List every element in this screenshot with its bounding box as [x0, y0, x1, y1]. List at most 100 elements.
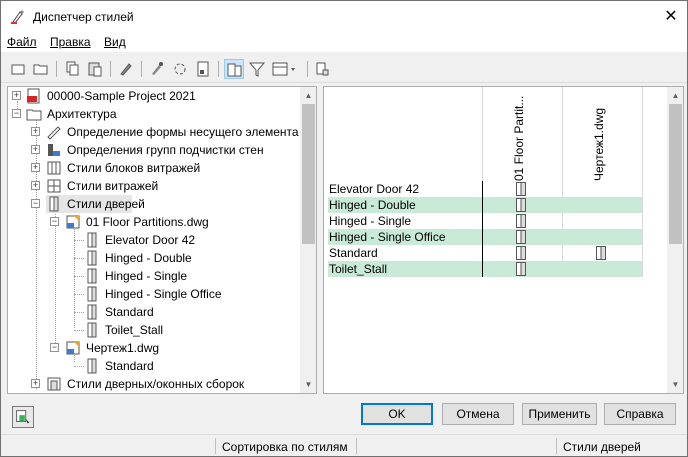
column-header-file1[interactable]: 01 Floor Partit...: [482, 95, 562, 185]
door-style-present-icon[interactable]: [516, 214, 526, 228]
tree-item-curtain-wall-units[interactable]: + Стили блоков витражей: [8, 159, 300, 177]
matrix-row[interactable]: Hinged - Double: [328, 197, 642, 213]
preview-toggle-icon[interactable]: [12, 406, 34, 428]
tree-label: 01 Floor Partitions.dwg: [86, 215, 209, 229]
menu-edit-label: Правка: [50, 35, 91, 49]
tree-item-architecture[interactable]: − Архитектура: [8, 105, 300, 123]
tree-item-member-shape[interactable]: + Определение формы несущего элемента: [8, 123, 300, 141]
tree-item-wall-cleanup[interactable]: + Определения групп подчистки стен: [8, 141, 300, 159]
door-style-present-icon[interactable]: [516, 246, 526, 260]
refresh-icon[interactable]: [170, 59, 190, 79]
style-tree-panel[interactable]: + 00000-Sample Project 2021 − Архитектур…: [7, 86, 317, 394]
tree-label: Elevator Door 42: [105, 233, 196, 247]
open-drawing-icon[interactable]: [31, 59, 51, 79]
ok-button[interactable]: OK: [361, 403, 433, 425]
expand-icon[interactable]: +: [31, 181, 40, 190]
tree-label: Hinged - Single Office: [105, 287, 222, 301]
matrix-row[interactable]: Hinged - Single Office: [328, 229, 642, 245]
matrix-row[interactable]: Standard: [328, 245, 642, 261]
door-style-present-icon[interactable]: [516, 198, 526, 212]
matrix-row-label: Hinged - Single: [329, 214, 412, 228]
tree-item-project[interactable]: + 00000-Sample Project 2021: [8, 87, 300, 105]
paste-icon[interactable]: [85, 59, 105, 79]
title-bar: Диспетчер стилей ✕: [1, 1, 687, 32]
close-icon[interactable]: ✕: [657, 5, 685, 29]
door-icon: [84, 304, 100, 320]
matrix-row[interactable]: Hinged - Single: [328, 213, 642, 229]
style-matrix-panel[interactable]: 01 Floor Partit... Чертеж1.dwg Elevator …: [323, 86, 684, 394]
collapse-icon[interactable]: −: [50, 343, 59, 352]
apply-button[interactable]: Применить: [522, 403, 597, 425]
tree-item-door-style[interactable]: Standard: [8, 303, 300, 321]
tree-label: Стили дверей: [67, 197, 145, 211]
expand-icon[interactable]: +: [31, 145, 40, 154]
door-style-present-icon[interactable]: [516, 230, 526, 244]
tree-label: Hinged - Double: [105, 251, 192, 265]
tree-label: 00000-Sample Project 2021: [47, 89, 196, 103]
folder-icon: [26, 106, 42, 122]
copy-icon[interactable]: [62, 59, 82, 79]
purge-icon[interactable]: [147, 59, 167, 79]
tree-item-file-drawing1[interactable]: − Чертеж1.dwg: [8, 339, 300, 357]
curtain-unit-icon: [46, 160, 62, 176]
cancel-button[interactable]: Отмена: [442, 403, 514, 425]
tree-item-door-style[interactable]: Hinged - Single: [8, 267, 300, 285]
dwg-file-icon: [65, 214, 81, 230]
help-button[interactable]: Справка: [604, 403, 676, 425]
matrix-row-label: Toilet_Stall: [329, 262, 388, 276]
assembly-icon: [46, 376, 62, 392]
tree-item-door-style[interactable]: Elevator Door 42: [8, 231, 300, 249]
expand-icon[interactable]: +: [31, 379, 40, 388]
style-manager-window: Диспетчер стилей ✕ Файл Правка Вид + 000…: [0, 0, 688, 457]
new-drawing-icon[interactable]: [8, 59, 28, 79]
matrix-row[interactable]: Elevator Door 42: [328, 181, 642, 197]
menu-bar: Файл Правка Вид: [1, 32, 687, 52]
sync-icon[interactable]: [312, 59, 332, 79]
filter-icon[interactable]: [247, 59, 267, 79]
edit-style-icon[interactable]: [116, 59, 136, 79]
status-bar: Сортировка по стилям Стили дверей: [1, 434, 687, 456]
window-title: Диспетчер стилей: [33, 10, 134, 24]
door-icon: [84, 268, 100, 284]
tree-item-door-style[interactable]: Toilet_Stall: [8, 321, 300, 339]
door-icon: [46, 196, 62, 212]
tree-item-door-window-assemblies[interactable]: + Стили дверных/оконных сборок: [8, 375, 300, 393]
tree-item-door-style[interactable]: Hinged - Double: [8, 249, 300, 267]
menu-file[interactable]: Файл: [7, 35, 37, 49]
tree-scrollbar[interactable]: ▲ ▼: [300, 87, 316, 393]
tree-label: Toilet_Stall: [105, 323, 164, 337]
collapse-icon[interactable]: −: [12, 109, 21, 118]
door-icon: [84, 232, 100, 248]
tree-item-door-style[interactable]: Standard: [8, 357, 300, 375]
tree-item-curtain-walls[interactable]: + Стили витражей: [8, 177, 300, 195]
tree-item-door-styles[interactable]: Стили дверей: [46, 195, 145, 213]
expand-icon[interactable]: +: [12, 91, 21, 100]
door-style-present-icon[interactable]: [516, 182, 526, 196]
matrix-scrollbar[interactable]: ▲ ▼: [667, 87, 683, 393]
scroll-thumb[interactable]: [302, 104, 315, 244]
style-manager-app-icon: [10, 9, 26, 25]
scroll-thumb[interactable]: [669, 104, 682, 244]
view-options-icon[interactable]: [270, 59, 300, 79]
tree-label: Определения групп подчистки стен: [67, 143, 264, 157]
tree-item-file-floor-partitions[interactable]: − 01 Floor Partitions.dwg: [8, 213, 300, 231]
expand-icon[interactable]: +: [31, 163, 40, 172]
door-style-present-icon[interactable]: [516, 262, 526, 276]
scroll-up-icon[interactable]: ▲: [300, 87, 316, 104]
tree-item-door-style[interactable]: Hinged - Single Office: [8, 285, 300, 303]
collapse-icon[interactable]: −: [31, 199, 40, 208]
collapse-icon[interactable]: −: [50, 217, 59, 226]
scroll-down-icon[interactable]: ▼: [300, 376, 316, 393]
scroll-up-icon[interactable]: ▲: [667, 87, 683, 104]
drawing-properties-icon[interactable]: [193, 59, 213, 79]
matrix-row[interactable]: Toilet_Stall: [328, 261, 642, 277]
toggle-view-icon[interactable]: [224, 59, 244, 79]
expand-icon[interactable]: +: [31, 127, 40, 136]
door-style-present-icon[interactable]: [596, 246, 606, 260]
scroll-down-icon[interactable]: ▼: [667, 376, 683, 393]
menu-edit[interactable]: Правка: [50, 35, 91, 49]
status-sort: Сортировка по стилям: [222, 440, 348, 454]
column-header-file2[interactable]: Чертеж1.dwg: [562, 95, 642, 185]
tree-label: Определение формы несущего элемента: [67, 125, 299, 139]
menu-view[interactable]: Вид: [104, 35, 126, 49]
